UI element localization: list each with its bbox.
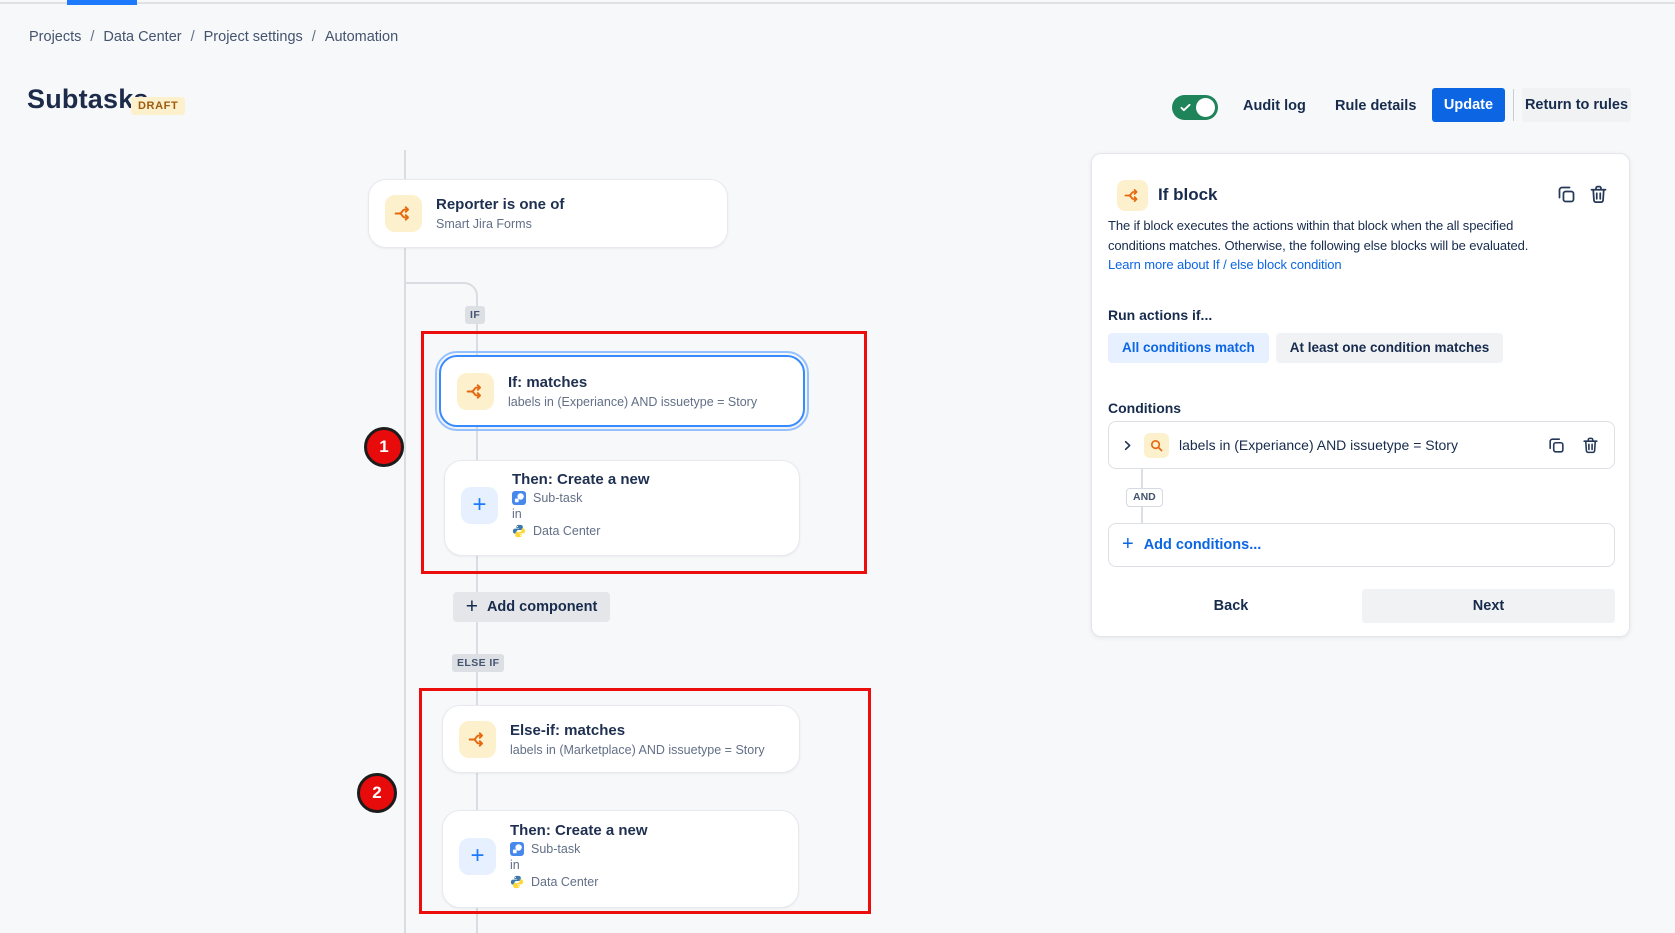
- and-operator-chip: AND: [1126, 488, 1163, 507]
- trash-icon: [1588, 184, 1609, 205]
- rule-details-button[interactable]: Rule details: [1335, 98, 1416, 114]
- then-project-name: Data Center: [531, 875, 598, 889]
- add-conditions-button[interactable]: + Add conditions...: [1108, 523, 1615, 567]
- check-icon: [1179, 101, 1192, 114]
- duplicate-block-button[interactable]: [1554, 182, 1578, 206]
- breadcrumb-separator: /: [312, 29, 316, 45]
- branch-icon: [457, 373, 494, 410]
- status-badge: DRAFT: [131, 97, 185, 115]
- add-conditions-label: Add conditions...: [1144, 537, 1262, 553]
- annotation-badge-2: 2: [357, 773, 397, 813]
- condition-row[interactable]: labels in (Experiance) AND issuetype = S…: [1108, 421, 1615, 469]
- then-issue-type: Sub-task: [533, 491, 582, 505]
- duplicate-condition-button[interactable]: [1544, 433, 1568, 457]
- plus-icon: +: [1122, 534, 1134, 554]
- tab-all-conditions-match[interactable]: All conditions match: [1108, 333, 1269, 363]
- if-block-config-panel: If block The if block executes the actio…: [1091, 153, 1630, 637]
- copy-icon: [1547, 436, 1566, 455]
- then-project-name: Data Center: [533, 524, 600, 538]
- tab-at-least-one-condition[interactable]: At least one condition matches: [1276, 333, 1504, 363]
- if-condition-card[interactable]: If: matches labels in (Experiance) AND i…: [439, 355, 805, 427]
- search-icon: [1144, 433, 1169, 458]
- back-button[interactable]: Back: [1108, 589, 1354, 623]
- update-button[interactable]: Update: [1432, 88, 1505, 122]
- then-action-card-1[interactable]: + Then: Create a new Sub-task in Data Ce…: [444, 460, 800, 556]
- breadcrumb-data-center[interactable]: Data Center: [103, 29, 181, 45]
- else-if-branch-label: ELSE IF: [452, 654, 504, 672]
- learn-more-link[interactable]: Learn more about If / else block conditi…: [1108, 257, 1342, 272]
- panel-title: If block: [1158, 185, 1218, 205]
- breadcrumb-project-settings[interactable]: Project settings: [204, 29, 303, 45]
- top-scroll-indicator: [67, 0, 137, 5]
- branch-icon: [385, 195, 422, 232]
- plus-icon: +: [461, 487, 498, 524]
- plus-icon: +: [466, 596, 478, 617]
- toggle-knob: [1196, 98, 1215, 117]
- then-action-card-2[interactable]: + Then: Create a new Sub-task in Data Ce…: [442, 810, 799, 908]
- conditions-label: Conditions: [1108, 400, 1181, 416]
- then-issue-type: Sub-task: [531, 842, 580, 856]
- then-preposition: in: [512, 507, 650, 521]
- if-card-title: If: matches: [508, 374, 757, 391]
- condition-text: labels in (Experiance) AND issuetype = S…: [1179, 437, 1534, 453]
- if-card-subtitle: labels in (Experiance) AND issuetype = S…: [508, 395, 757, 409]
- breadcrumb-separator: /: [191, 29, 195, 45]
- subtask-icon: [512, 491, 526, 505]
- add-component-label: Add component: [487, 599, 597, 615]
- plus-icon: +: [459, 838, 496, 875]
- delete-block-button[interactable]: [1586, 182, 1610, 206]
- if-branch-label: IF: [465, 306, 485, 324]
- chevron-right-icon[interactable]: [1121, 439, 1134, 452]
- annotation-badge-1: 1: [364, 427, 404, 467]
- else-if-condition-card[interactable]: Else-if: matches labels in (Marketplace)…: [442, 705, 800, 773]
- breadcrumb-automation[interactable]: Automation: [325, 29, 398, 45]
- flow-branch-elbow: [404, 282, 478, 298]
- audit-log-button[interactable]: Audit log: [1243, 98, 1306, 114]
- python-project-icon: [512, 524, 526, 538]
- header-separator: [1513, 89, 1514, 121]
- else-if-card-title: Else-if: matches: [510, 722, 765, 739]
- else-if-card-subtitle: labels in (Marketplace) AND issuetype = …: [510, 743, 765, 757]
- trigger-subtitle: Smart Jira Forms: [436, 217, 564, 231]
- breadcrumb: Projects / Data Center / Project setting…: [29, 29, 398, 45]
- subtask-icon: [510, 842, 524, 856]
- python-project-icon: [510, 875, 524, 889]
- panel-description-text: The if block executes the actions within…: [1108, 218, 1528, 253]
- breadcrumb-separator: /: [90, 29, 94, 45]
- top-divider: [0, 2, 1675, 4]
- panel-description: The if block executes the actions within…: [1108, 216, 1560, 275]
- then-card-title: Then: Create a new: [512, 471, 650, 488]
- branch-icon: [459, 721, 496, 758]
- add-component-button[interactable]: + Add component: [453, 592, 610, 622]
- branch-icon: [1117, 180, 1148, 211]
- return-to-rules-button[interactable]: Return to rules: [1522, 88, 1631, 122]
- next-button[interactable]: Next: [1362, 589, 1615, 623]
- rule-enabled-toggle[interactable]: [1172, 95, 1218, 120]
- trash-icon: [1581, 436, 1600, 455]
- match-mode-tabs: All conditions match At least one condit…: [1108, 333, 1503, 363]
- breadcrumb-projects[interactable]: Projects: [29, 29, 81, 45]
- delete-condition-button[interactable]: [1578, 433, 1602, 457]
- copy-icon: [1556, 184, 1577, 205]
- trigger-card[interactable]: Reporter is one of Smart Jira Forms: [368, 179, 728, 248]
- then-card-title: Then: Create a new: [510, 822, 648, 839]
- then-preposition: in: [510, 858, 648, 872]
- flow-main-line: [404, 150, 406, 933]
- run-actions-label: Run actions if...: [1108, 307, 1212, 323]
- trigger-title: Reporter is one of: [436, 196, 564, 213]
